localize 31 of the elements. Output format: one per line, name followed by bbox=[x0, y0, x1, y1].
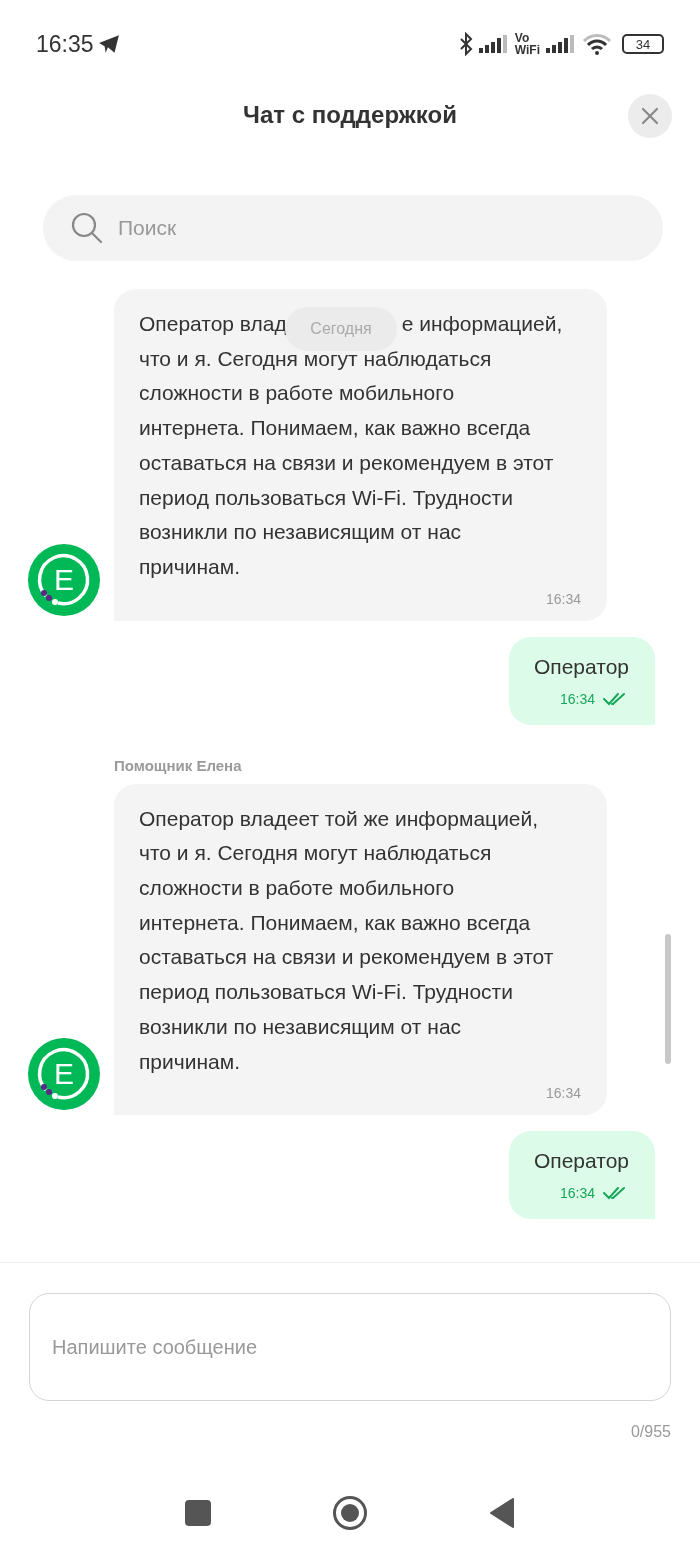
message-time: 16:34 bbox=[545, 1085, 581, 1102]
message-input[interactable]: Напишите сообщение bbox=[29, 1293, 671, 1401]
search-icon bbox=[71, 212, 103, 244]
wifi-label: WiFi bbox=[514, 44, 540, 56]
signal-icon bbox=[546, 35, 576, 53]
message-text-fragment: Оператор влад bbox=[139, 311, 287, 337]
message-time: 16:34 bbox=[559, 690, 595, 707]
message-text-fragment: е информацией, bbox=[401, 311, 563, 337]
status-time: 16:35 bbox=[36, 30, 94, 58]
character-counter: 0/955 bbox=[630, 1423, 671, 1441]
avatar: Е bbox=[28, 543, 100, 616]
avatar: Е bbox=[28, 1038, 100, 1111]
search-field[interactable]: Поиск bbox=[43, 195, 663, 261]
close-icon bbox=[641, 107, 659, 125]
bluetooth-icon bbox=[458, 32, 473, 56]
vo-label: Vo bbox=[514, 32, 531, 44]
paper-plane-icon bbox=[97, 34, 120, 54]
message-text: Оператор владеет той же информацией, что и я. Сегодня могут наблюдаться сложности в работе мобильного интернета. Понимаем, как важно всегда оставаться на связи и рекомендуем в этот период пользоваться Wi-Fi. Трудности возникли по независящим от нас причинам. bbox=[139, 805, 554, 1075]
wifi-icon bbox=[582, 33, 612, 55]
signal-icon bbox=[478, 35, 509, 53]
message-text: Оператор bbox=[533, 654, 629, 679]
message-text: Оператор bbox=[533, 1149, 629, 1174]
sender-name: Помощник Елена bbox=[114, 756, 243, 774]
home-icon[interactable] bbox=[332, 1495, 368, 1531]
message-time: 16:34 bbox=[559, 1185, 595, 1202]
close-button[interactable] bbox=[628, 94, 672, 138]
message-time: 16:34 bbox=[545, 590, 581, 607]
back-icon[interactable] bbox=[489, 1498, 515, 1528]
battery-icon: 34 bbox=[622, 34, 664, 54]
chat-title: Чат с поддержкой bbox=[243, 101, 457, 129]
date-chip: Сегодня bbox=[285, 307, 397, 351]
